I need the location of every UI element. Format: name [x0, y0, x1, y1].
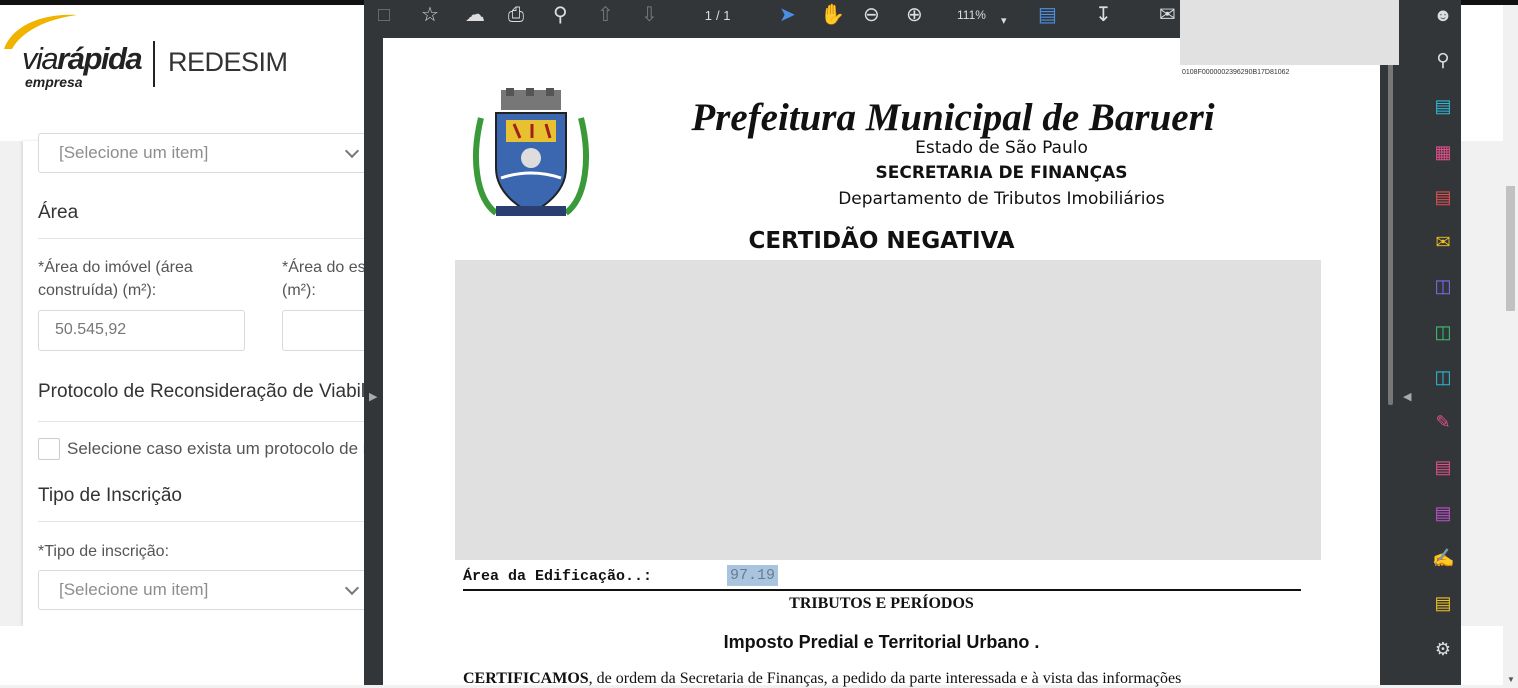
scroll-mode-icon[interactable]: ↧	[1095, 4, 1112, 26]
pdf-page: 0108F0000002396290B17D81062 Prefeitura M…	[383, 38, 1380, 687]
tipo-inscricao-label: *Tipo de inscrição:	[38, 543, 170, 560]
hand-pan-icon[interactable]: ✋	[820, 4, 845, 26]
document-certidao-heading: CERTIDÃO NEGATIVA	[748, 228, 1015, 254]
compress-icon[interactable]: ◫	[1432, 321, 1454, 343]
search-zoom-icon[interactable]: ⚲	[553, 4, 568, 26]
collapse-right-arrow-icon[interactable]: ◀	[1403, 390, 1411, 403]
page-fit-icon[interactable]: ▤	[1038, 4, 1057, 26]
area-section-title: Área	[38, 202, 79, 223]
area-es-label: *Área do es (m²):	[282, 259, 366, 299]
viarapida-logo[interactable]: viarápida empresa	[2, 11, 152, 91]
tipo-inscricao-select[interactable]: [Selecione um item]	[38, 570, 366, 610]
signature-icon[interactable]: ✍	[1432, 547, 1454, 569]
logo-wordmark: viarápida	[22, 41, 143, 76]
page-up-icon[interactable]: ⇧	[597, 4, 614, 26]
document-secretaria: SECRETARIA DE FINANÇAS	[875, 163, 1128, 183]
save-icon[interactable]: □	[378, 4, 390, 26]
document-state: Estado de São Paulo	[915, 138, 1088, 158]
account-icon[interactable]: ☻	[1432, 4, 1454, 26]
document-departamento: Departamento de Tributos Imobiliários	[838, 189, 1165, 209]
create-pdf-icon[interactable]: ▤	[1432, 186, 1454, 208]
tipo-inscricao-value: [Selecione um item]	[59, 580, 209, 599]
comment-tool-icon[interactable]: ✉	[1432, 231, 1454, 253]
page-number-input[interactable]: 1	[684, 8, 712, 24]
area-edificacao-label: Área da Edificação..:	[463, 568, 653, 585]
organize-pages-icon[interactable]: ▦	[1432, 141, 1454, 163]
zoom-in-icon[interactable]: ⊕	[906, 4, 923, 26]
divider	[38, 421, 398, 422]
edit-pdf-icon[interactable]: ▤	[1432, 456, 1454, 478]
comment-icon[interactable]: ✉	[1159, 4, 1176, 26]
tributos-heading: TRIBUTOS E PERÍODOS	[789, 595, 974, 612]
more-tools-icon[interactable]: ⚙	[1432, 638, 1454, 660]
zoom-dropdown-chevron-icon[interactable]: ▾	[1001, 10, 1007, 32]
certificamos-paragraph: CERTIFICAMOS, de ordem da Secretaria de …	[463, 670, 1182, 687]
top-select-value: [Selecione um item]	[59, 143, 209, 162]
imposto-heading: Imposto Predial e Territorial Urbano .	[723, 632, 1040, 652]
redacted-block	[455, 260, 1321, 560]
expand-left-arrow-icon[interactable]: ▶	[369, 390, 377, 403]
document-title: Prefeitura Municipal de Barueri	[691, 96, 1215, 139]
document-id-code: 0108F0000002396290B17D81062	[1182, 69, 1290, 76]
divider	[38, 521, 398, 522]
registration-form: [Selecione um item] Área *Área do imóvel…	[23, 133, 403, 626]
bookmark-star-icon[interactable]: ☆	[421, 4, 439, 26]
chevron-down-icon	[344, 580, 360, 596]
page-total: / 1	[716, 8, 731, 23]
fill-sign-icon[interactable]: ✎	[1432, 411, 1454, 433]
chevron-down-icon	[344, 143, 360, 159]
area-imovel-input[interactable]: 50.545,92	[38, 310, 245, 351]
select-cursor-icon[interactable]: ➤	[779, 4, 796, 26]
page-scrollbar-thumb[interactable]	[1506, 186, 1515, 311]
pdf-scrollbar-thumb[interactable]	[1388, 40, 1393, 405]
scan-icon[interactable]: ▤	[1432, 592, 1454, 614]
upload-cloud-icon[interactable]: ☁	[465, 4, 485, 26]
redacted-area	[1180, 0, 1399, 65]
tools-side-panel: ☻ ⚲ ▤ ▦ ▤ ✉ ◫ ◫ ◫ ✎ ▤ ▤ ✍ ▤ ⚙	[1423, 0, 1461, 685]
zoom-search-icon[interactable]: ⚲	[1432, 49, 1454, 71]
area-imovel-label: *Área do imóvel (área construída) (m²):	[38, 259, 193, 299]
zoom-level[interactable]: 111%	[957, 8, 986, 22]
redesim-logo[interactable]: REDESIM	[168, 47, 288, 78]
print-icon[interactable]: ⎙	[508, 4, 524, 26]
divider	[38, 238, 398, 239]
top-select[interactable]: [Selecione um item]	[38, 133, 366, 173]
tipo-section-title: Tipo de Inscrição	[38, 485, 182, 506]
protocolo-checkbox[interactable]	[38, 438, 60, 460]
document-rule	[463, 589, 1301, 591]
logo-subtitle: empresa	[25, 74, 83, 90]
logo-divider	[153, 41, 155, 87]
export-pdf-icon[interactable]: ▤	[1432, 95, 1454, 117]
page-down-icon[interactable]: ⇩	[641, 4, 658, 26]
combine-files-icon[interactable]: ◫	[1432, 275, 1454, 297]
protect-icon[interactable]: ▤	[1432, 502, 1454, 524]
protocolo-section-title: Protocolo de Reconsideração de Viabil	[38, 381, 366, 402]
convert-icon[interactable]: ◫	[1432, 366, 1454, 388]
scroll-down-arrow-icon[interactable]: ▼	[1507, 675, 1515, 684]
protocolo-checkbox-label: Selecione caso exista um protocolo de re	[67, 439, 378, 458]
pdf-viewer: □ ☆ ☁ ⎙ ⚲ ⇧ ⇩ 1 / 1 ➤ ✋ ⊖ ⊕ 111% ▾ ▤ ↧ ✉…	[364, 0, 1461, 687]
area-edificacao-value[interactable]: 97.19	[727, 565, 779, 586]
zoom-out-icon[interactable]: ⊖	[863, 4, 880, 26]
